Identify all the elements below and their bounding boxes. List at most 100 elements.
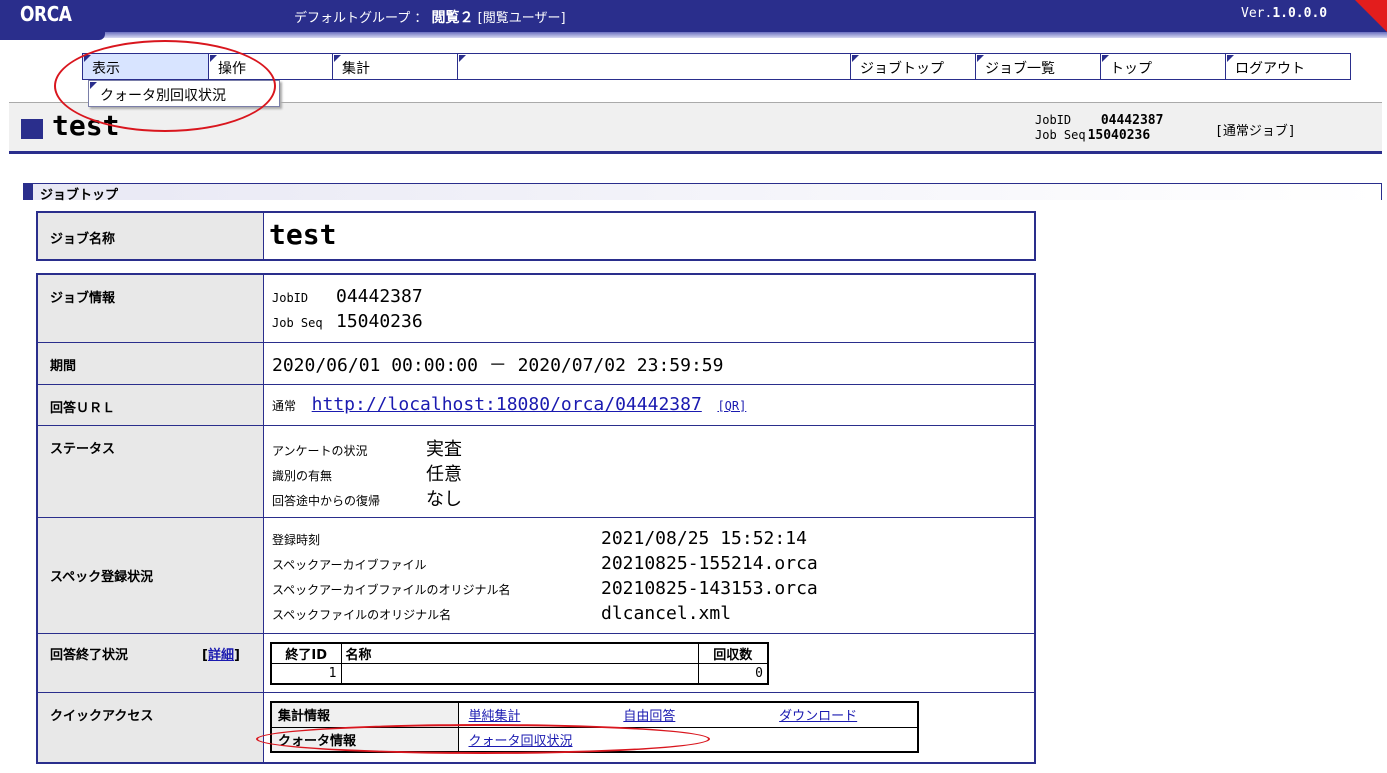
table-row: 1 0 bbox=[270, 663, 769, 684]
menu-logout[interactable]: ログアウト bbox=[1226, 54, 1350, 79]
spec-row: スペック登録状況 登録時刻 2021/08/25 15:52:14 スペックアーカ… bbox=[38, 517, 1034, 633]
status-row: ステータス アンケートの状況 実査 識別の有無 任意 回答途中からの復帰 なし bbox=[38, 425, 1034, 517]
spec-item-label: スペックファイルのオリジナル名 bbox=[272, 608, 452, 622]
version: Ver.1.0.0.0 bbox=[1241, 6, 1327, 21]
user-name: 閲覧２ bbox=[431, 10, 474, 26]
section-heading: ジョブトップ bbox=[23, 183, 1382, 203]
menu-job-list[interactable]: ジョブ一覧 bbox=[976, 54, 1101, 79]
dropdown-quota-collection[interactable]: クォータ別回収状況 bbox=[88, 80, 280, 107]
menu-view[interactable]: 表示 bbox=[83, 54, 209, 79]
job-name-table: ジョブ名称 test bbox=[36, 211, 1036, 261]
quick-access-table: 集計情報 単純集計 自由回答 ダウンロード クォータ情報 クォータ回収状況 bbox=[270, 701, 919, 753]
page: ORCA デフォルトグループ ： 閲覧２ [閲覧ユーザー] Ver.1.0.0.… bbox=[0, 0, 1387, 773]
col-count: 回収数 bbox=[697, 642, 769, 664]
status-item-label: 回答途中からの復帰 bbox=[272, 494, 381, 508]
completion-label: 回答終了状況 bbox=[50, 648, 129, 663]
status-item-value: なし bbox=[426, 489, 462, 510]
spec-item-value: 2021/08/25 15:52:14 bbox=[601, 528, 807, 549]
header-jobid-label: JobID bbox=[1035, 113, 1072, 127]
quick-quota-row: クォータ情報 クォータ回収状況 bbox=[270, 726, 919, 753]
status-value: アンケートの状況 実査 識別の有無 任意 回答途中からの復帰 なし bbox=[272, 435, 462, 511]
section-square-icon bbox=[23, 184, 33, 200]
spec-value: 登録時刻 2021/08/25 15:52:14 スペックアーカイブファイル 202… bbox=[272, 528, 818, 624]
job-name-value: test bbox=[269, 218, 337, 251]
menu-spacer bbox=[458, 54, 851, 79]
period-label: 期間 bbox=[38, 343, 264, 384]
detail-close: ] bbox=[233, 648, 240, 663]
free-answer-link[interactable]: 自由回答 bbox=[623, 705, 771, 724]
job-header: test JobID 04442387 Job Seq 15040236 [通常ジ… bbox=[9, 102, 1382, 154]
cell-count: 0 bbox=[697, 663, 769, 684]
quick-access-row: クイックアクセス 集計情報 単純集計 自由回答 ダウンロード クォータ情報 クォ… bbox=[38, 692, 1034, 762]
agg-info-label: 集計情報 bbox=[270, 701, 459, 728]
cell-end-id: 1 bbox=[270, 663, 342, 684]
top-bar bbox=[0, 0, 1387, 32]
group-label: デフォルトグループ ： bbox=[294, 11, 428, 26]
spec-item-label: スペックアーカイブファイルのオリジナル名 bbox=[272, 583, 511, 597]
top-bar-shadow bbox=[0, 32, 1387, 38]
url-row: 回答ＵＲＬ 通常 http://localhost:18080/orca/044… bbox=[38, 384, 1034, 425]
menu-aggregate[interactable]: 集計 bbox=[333, 54, 458, 79]
completion-table: 終了ID 名称 回収数 1 0 bbox=[270, 642, 769, 685]
completion-detail-link[interactable]: 詳細 bbox=[208, 648, 234, 663]
status-item-value: 任意 bbox=[426, 464, 462, 485]
completion-label-cell: 回答終了状況 [詳細] bbox=[38, 634, 264, 692]
group-info: デフォルトグループ ： 閲覧２ [閲覧ユーザー] bbox=[294, 7, 566, 27]
spec-item-label: 登録時刻 bbox=[272, 533, 321, 547]
period-row: 期間 2020/06/01 00:00:00 － 2020/07/02 23:5… bbox=[38, 342, 1034, 384]
quota-links-cell: クォータ回収状況 bbox=[457, 726, 919, 753]
url-value: 通常 http://localhost:18080/orca/04442387 … bbox=[272, 394, 746, 415]
header-jobseq: 15040236 bbox=[1087, 128, 1151, 143]
menu-bar: 表示 操作 集計 ジョブトップ ジョブ一覧 トップ ログアウト bbox=[82, 53, 1351, 80]
job-type: [通常ジョブ] bbox=[1215, 124, 1296, 139]
header-job-ids: JobID 04442387 Job Seq 15040236 bbox=[1035, 113, 1163, 143]
corner-triangle-icon bbox=[1355, 0, 1387, 32]
menu-top[interactable]: トップ bbox=[1101, 54, 1226, 79]
cell-name bbox=[340, 663, 699, 684]
spec-item-label: スペックアーカイブファイル bbox=[272, 558, 427, 572]
job-info-label: ジョブ情報 bbox=[38, 275, 264, 342]
job-info-jobseq: 15040236 bbox=[336, 311, 423, 332]
job-info-jobseq-label: Job Seq bbox=[272, 316, 323, 330]
job-info-row: ジョブ情報 JobID 04442387 Job Seq 15040236 bbox=[38, 275, 1034, 342]
simple-aggregate-link[interactable]: 単純集計 bbox=[469, 705, 616, 724]
header-jobid: 04442387 bbox=[1100, 113, 1164, 128]
col-name: 名称 bbox=[340, 642, 699, 664]
menu-operate[interactable]: 操作 bbox=[209, 54, 333, 79]
job-info-jobid: 04442387 bbox=[336, 286, 423, 307]
completion-row: 回答終了状況 [詳細] 終了ID 名称 回収数 1 0 bbox=[38, 633, 1034, 692]
status-item-label: アンケートの状況 bbox=[272, 444, 368, 458]
status-item-value: 実査 bbox=[426, 439, 462, 460]
download-link[interactable]: ダウンロード bbox=[779, 709, 857, 724]
version-number: 1.0.0.0 bbox=[1272, 6, 1328, 21]
logo[interactable]: ORCA bbox=[0, 0, 105, 40]
job-info-table: ジョブ情報 JobID 04442387 Job Seq 15040236 期間 2… bbox=[36, 273, 1036, 764]
logo-text: ORCA bbox=[20, 2, 72, 26]
agg-links-cell: 単純集計 自由回答 ダウンロード bbox=[457, 701, 918, 728]
job-info-value: JobID 04442387 Job Seq 15040236 bbox=[272, 286, 423, 332]
col-end-id: 終了ID bbox=[270, 642, 342, 664]
job-name-label: ジョブ名称 bbox=[38, 213, 264, 259]
quick-agg-row: 集計情報 単純集計 自由回答 ダウンロード bbox=[270, 701, 918, 728]
status-label: ステータス bbox=[38, 426, 264, 517]
spec-item-value: 20210825-155214.orca bbox=[601, 553, 818, 574]
job-name-row: ジョブ名称 test bbox=[38, 213, 1034, 259]
job-title: test bbox=[52, 109, 120, 142]
quick-access-label: クイックアクセス bbox=[38, 693, 264, 762]
status-item-label: 識別の有無 bbox=[272, 469, 333, 483]
version-prefix: Ver. bbox=[1241, 6, 1273, 21]
menu-job-top[interactable]: ジョブトップ bbox=[851, 54, 976, 79]
spec-item-value: 20210825-143153.orca bbox=[601, 578, 818, 599]
quota-info-label: クォータ情報 bbox=[270, 726, 459, 753]
user-role: [閲覧ユーザー] bbox=[477, 11, 566, 26]
spec-item-value: dlcancel.xml bbox=[601, 603, 732, 624]
period-value: 2020/06/01 00:00:00 － 2020/07/02 23:59:5… bbox=[272, 355, 724, 376]
section-title: ジョブトップ bbox=[40, 188, 119, 203]
answer-url-link[interactable]: http://localhost:18080/orca/04442387 bbox=[312, 394, 702, 415]
qr-link[interactable]: [QR] bbox=[717, 399, 746, 413]
completion-header-row: 終了ID 名称 回収数 bbox=[270, 642, 769, 664]
header-jobseq-label: Job Seq bbox=[1035, 128, 1086, 142]
url-prefix: 通常 bbox=[272, 399, 297, 413]
spec-label: スペック登録状況 bbox=[38, 518, 264, 633]
quota-collection-link[interactable]: クォータ回収状況 bbox=[469, 734, 573, 749]
